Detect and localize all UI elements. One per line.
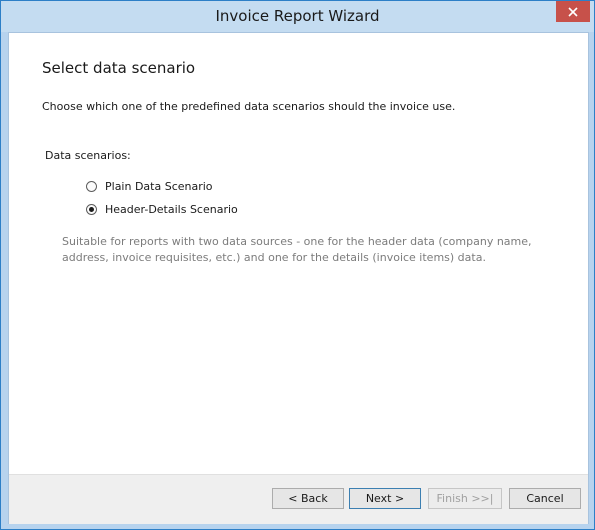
radio-button-checked[interactable]	[86, 203, 97, 215]
page-description: Choose which one of the predefined data …	[42, 100, 456, 113]
next-button[interactable]: Next >	[349, 488, 421, 509]
radio-label-plain[interactable]: Plain Data Scenario	[105, 180, 213, 193]
next-button-label: Next >	[365, 492, 405, 505]
data-scenarios-label: Data scenarios:	[45, 149, 131, 162]
radio-selected-dot	[89, 206, 94, 212]
scenario-description: Suitable for reports with two data sourc…	[62, 235, 532, 264]
finish-button-label: Finish >>|	[436, 492, 494, 505]
window-title: Invoice Report Wizard	[215, 7, 380, 25]
back-button-label: < Back	[288, 492, 328, 505]
button-bar: < Back Next > Finish >>| Cancel	[9, 474, 588, 524]
cancel-button[interactable]: Cancel	[509, 488, 581, 509]
cancel-button-label: Cancel	[526, 492, 564, 505]
close-button[interactable]	[556, 1, 590, 22]
finish-button[interactable]: Finish >>|	[428, 488, 502, 509]
back-button[interactable]: < Back	[272, 488, 344, 509]
radio-button-unchecked[interactable]	[86, 180, 97, 192]
wizard-content: Select data scenario Choose which one of…	[8, 32, 589, 524]
page-title: Select data scenario	[42, 59, 196, 77]
radio-label-header-details[interactable]: Header-Details Scenario	[105, 203, 238, 216]
title-bar[interactable]: Invoice Report Wizard	[1, 1, 594, 32]
radio-header-details-scenario[interactable]: Header-Details Scenario	[86, 201, 238, 217]
close-icon	[568, 6, 578, 17]
wizard-window: Invoice Report Wizard Select data scenar…	[0, 0, 595, 530]
radio-plain-data-scenario[interactable]: Plain Data Scenario	[86, 178, 213, 194]
